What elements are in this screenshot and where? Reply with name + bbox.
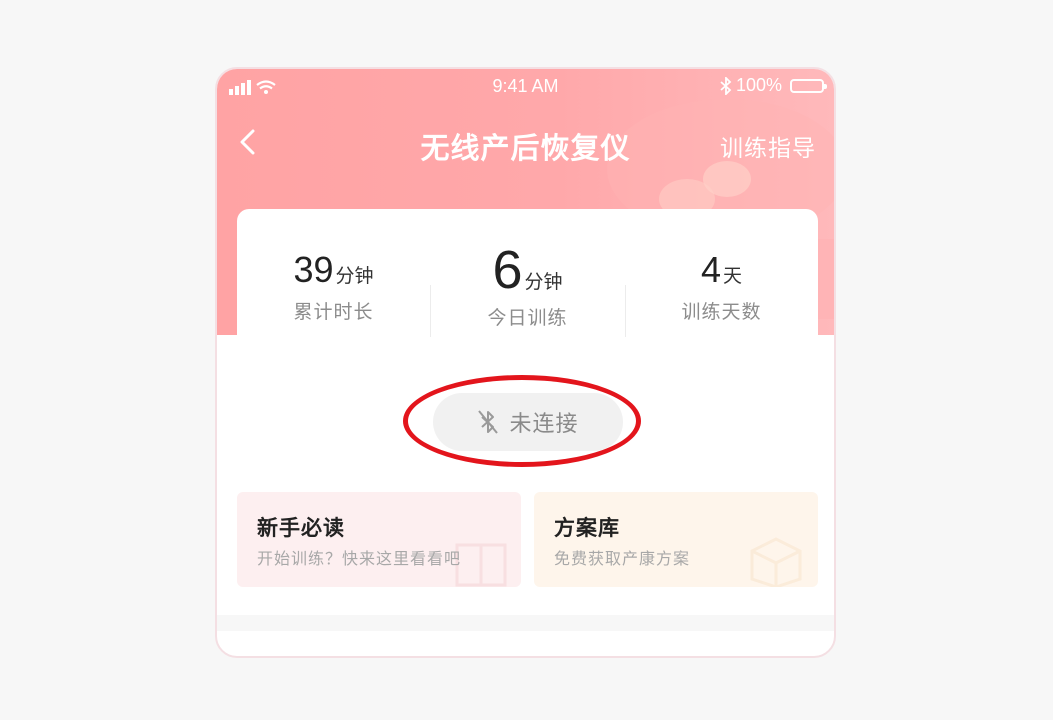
connect-status-label: 未连接 xyxy=(509,412,579,437)
stat-unit: 分钟 xyxy=(524,271,563,293)
tile-subtitle: 开始训练？快来这里看看吧 xyxy=(257,549,462,568)
bluetooth-off-icon xyxy=(478,410,499,434)
stat-label: 今日训练 xyxy=(487,307,568,329)
status-right: 100% xyxy=(720,75,827,96)
nav-bar: 无线产后恢复仪 训练指导 xyxy=(217,117,834,167)
stat-label: 累计时长 xyxy=(293,301,374,323)
stat-training-days: 4天 训练天数 xyxy=(625,249,818,324)
stats-card: 39 分钟 累计时长 6 分钟 今日训练 4天 训练天数 未连接 xyxy=(237,209,818,479)
stat-label: 训练天数 xyxy=(681,301,762,323)
tile-title: 方案库 xyxy=(554,516,620,540)
stat-unit: 分钟 xyxy=(335,265,374,287)
stat-today-training: 6 分钟 今日训练 xyxy=(431,239,624,330)
phone-screen: 9:41 AM 100% 无线产后恢复仪 训练指导 39 分钟 累计时长 6 分… xyxy=(215,67,836,658)
stat-unit: 天 xyxy=(723,265,743,287)
training-guide-link[interactable]: 训练指导 xyxy=(720,129,816,163)
stat-value: 6 xyxy=(492,240,523,300)
bluetooth-icon xyxy=(720,76,732,95)
plan-library-tile[interactable]: 方案库 免费获取产康方案 xyxy=(534,492,818,587)
stat-value: 39 xyxy=(293,249,334,290)
connect-device-button[interactable]: 未连接 xyxy=(433,393,623,451)
battery-icon xyxy=(790,78,827,93)
stat-value: 4 xyxy=(700,249,721,290)
section-divider xyxy=(217,615,834,631)
box-watermark-icon xyxy=(750,537,802,587)
battery-percent: 100% xyxy=(735,75,782,95)
status-bar: 9:41 AM 100% xyxy=(217,69,834,105)
tile-subtitle: 免费获取产康方案 xyxy=(554,549,691,568)
beginner-guide-tile[interactable]: 新手必读 开始训练？快来这里看看吧 xyxy=(237,492,521,587)
stat-total-duration: 39 分钟 累计时长 xyxy=(237,249,430,324)
tile-title: 新手必读 xyxy=(257,516,345,540)
